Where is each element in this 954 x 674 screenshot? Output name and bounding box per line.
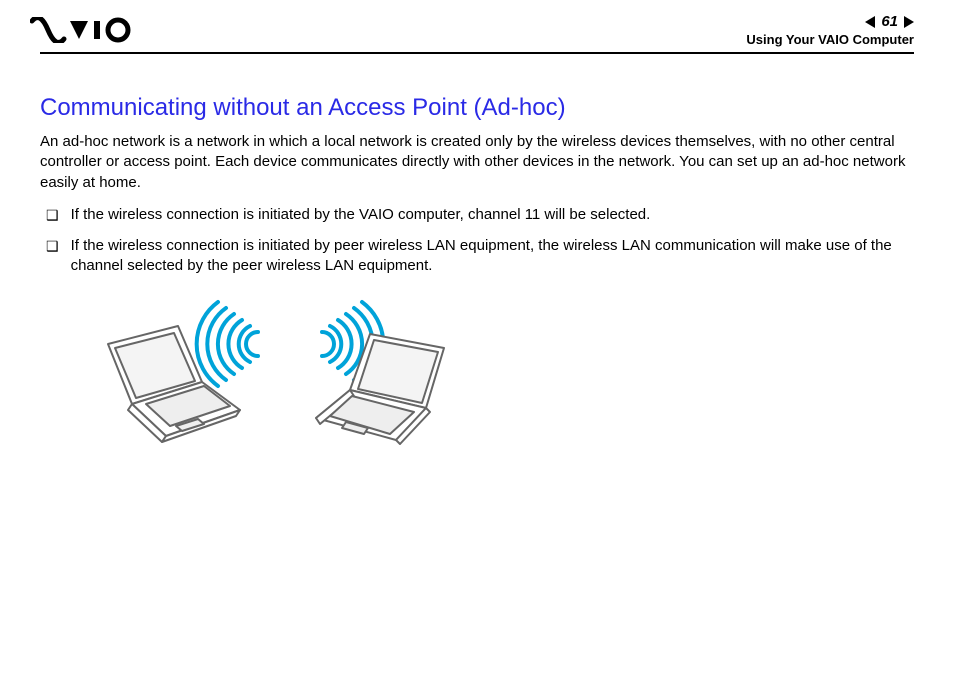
vaio-logo-svg <box>30 17 140 43</box>
page-navigation: 61 <box>746 13 914 30</box>
page-content: Communicating without an Access Point (A… <box>40 54 914 461</box>
bullet-marker-icon: ❑ <box>46 205 59 226</box>
list-item: ❑ If the wireless connection is initiate… <box>46 205 914 226</box>
laptop-right-icon <box>316 334 444 444</box>
page-number: 61 <box>881 13 898 30</box>
next-page-arrow-icon[interactable] <box>904 16 914 28</box>
document-page: 61 Using Your VAIO Computer Communicatin… <box>0 0 954 674</box>
bullet-text: If the wireless connection is initiated … <box>71 236 914 277</box>
intro-paragraph: An ad-hoc network is a network in which … <box>40 132 914 193</box>
list-item: ❑ If the wireless connection is initiate… <box>46 236 914 277</box>
laptop-left-icon <box>108 326 240 442</box>
bullet-list: ❑ If the wireless connection is initiate… <box>40 205 914 277</box>
adhoc-diagram <box>70 286 914 461</box>
prev-page-arrow-icon[interactable] <box>865 16 875 28</box>
page-header: 61 Using Your VAIO Computer <box>40 0 914 50</box>
bullet-marker-icon: ❑ <box>46 236 59 277</box>
vaio-logo <box>30 17 140 43</box>
adhoc-diagram-svg <box>70 286 510 456</box>
page-title: Communicating without an Access Point (A… <box>40 94 914 122</box>
signal-waves-left-icon <box>197 302 258 386</box>
bullet-text: If the wireless connection is initiated … <box>71 205 651 226</box>
section-label: Using Your VAIO Computer <box>746 32 914 47</box>
